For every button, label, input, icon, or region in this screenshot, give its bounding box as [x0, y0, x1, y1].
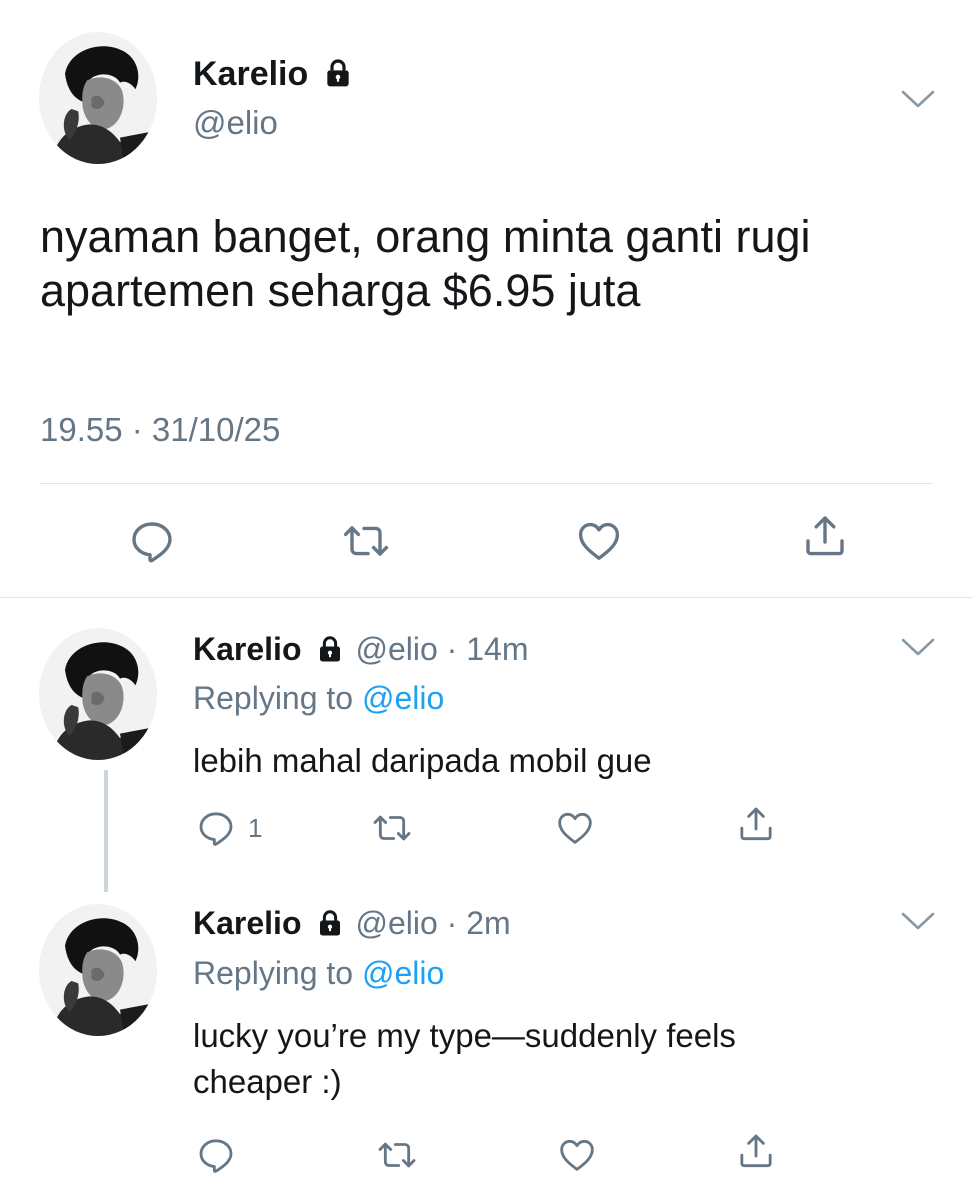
reply-text-line: lebih mahal daripada mobil gue: [193, 742, 652, 779]
retweet-icon[interactable]: [377, 1135, 417, 1175]
replying-to: Replying to @elio: [193, 953, 444, 993]
reply-icon[interactable]: [196, 1135, 236, 1175]
reply-text: lucky you’re my type—suddenly feels chea…: [193, 1013, 933, 1105]
reply-icon[interactable]: [196, 808, 236, 848]
replying-to: Replying to @elio: [193, 678, 444, 718]
like-icon[interactable]: [555, 808, 595, 848]
section-divider: [0, 597, 973, 598]
reply-text-line: cheaper :): [193, 1063, 342, 1100]
reply-header: Karelio @elio · 2m: [193, 903, 511, 943]
chevron-down-icon[interactable]: [900, 88, 936, 110]
mention-link[interactable]: @elio: [362, 680, 444, 716]
chevron-down-icon[interactable]: [900, 636, 936, 658]
share-icon[interactable]: [801, 512, 849, 560]
display-name-text[interactable]: Karelio: [193, 55, 308, 93]
share-icon[interactable]: [736, 804, 776, 844]
replying-to-label: Replying to: [193, 955, 362, 991]
reply-icon[interactable]: [128, 517, 176, 565]
mention-link[interactable]: @elio: [362, 955, 444, 991]
display-name[interactable]: Karelio: [193, 631, 301, 667]
divider: [40, 483, 933, 484]
reply-text-line: lucky you’re my type—suddenly feels: [193, 1017, 736, 1054]
handle[interactable]: @elio: [193, 103, 278, 143]
avatar[interactable]: [39, 32, 157, 164]
reply-count: 1: [248, 813, 263, 843]
avatar[interactable]: [39, 628, 157, 760]
display-name[interactable]: Karelio: [193, 54, 354, 94]
display-name[interactable]: Karelio: [193, 905, 301, 941]
reply-text: lebih mahal daripada mobil gue: [193, 738, 933, 784]
lock-icon: [315, 634, 345, 664]
chevron-down-icon[interactable]: [900, 910, 936, 932]
reply-header: Karelio @elio · 14m: [193, 629, 528, 669]
handle-time[interactable]: @elio · 14m: [355, 631, 528, 667]
lock-icon: [322, 57, 354, 89]
like-icon[interactable]: [575, 517, 623, 565]
tweet-timestamp[interactable]: 19.55 · 31/10/25: [40, 410, 280, 450]
tweet-text: nyaman banget, orang minta ganti rugi ap…: [40, 210, 950, 318]
replying-to-label: Replying to: [193, 680, 362, 716]
tweet-text-line: apartemen seharga $6.95 juta: [40, 265, 641, 316]
thread-line: [104, 770, 108, 892]
retweet-icon[interactable]: [372, 808, 412, 848]
like-icon[interactable]: [557, 1135, 597, 1175]
share-icon[interactable]: [736, 1131, 776, 1171]
handle-time[interactable]: @elio · 2m: [355, 905, 510, 941]
avatar[interactable]: [39, 904, 157, 1036]
tweet-text-line: nyaman banget, orang minta ganti rugi: [40, 211, 811, 262]
lock-icon: [315, 908, 345, 938]
retweet-icon[interactable]: [342, 517, 390, 565]
